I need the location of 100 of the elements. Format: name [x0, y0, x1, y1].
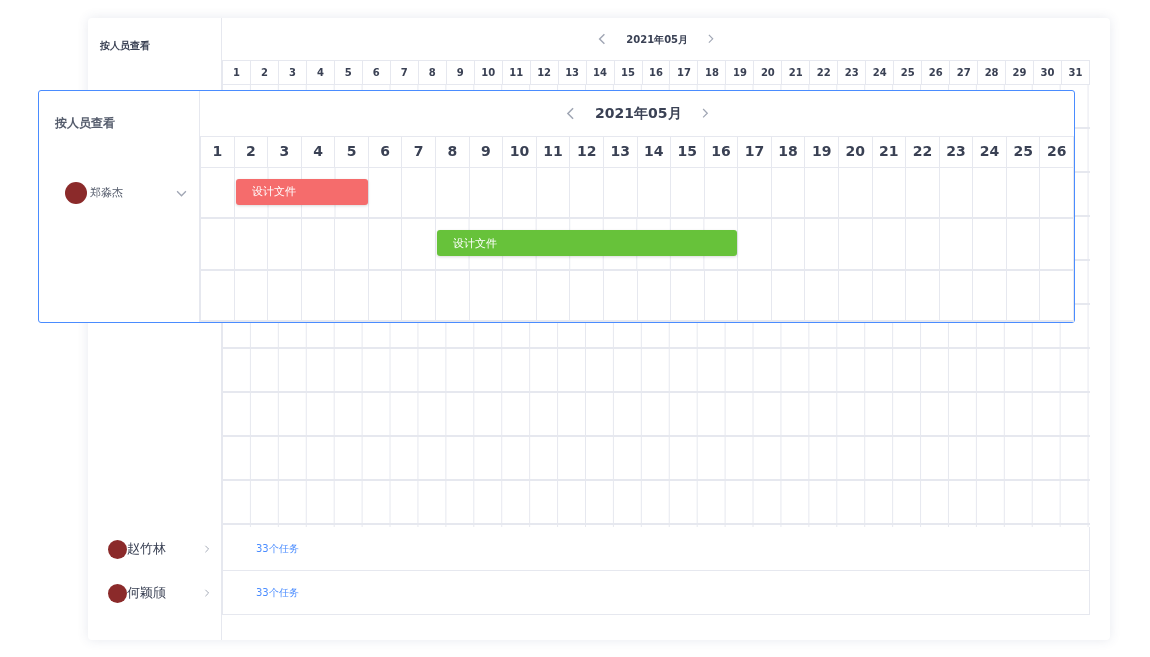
- day-number: 5: [335, 136, 369, 168]
- calendar-cell: [637, 270, 672, 322]
- calendar-cell: [1040, 270, 1074, 322]
- task-bar[interactable]: 设计文件: [235, 178, 368, 205]
- day-number: 2: [234, 136, 269, 168]
- day-number: 8: [418, 61, 447, 85]
- calendar-cell: [436, 270, 470, 322]
- day-number: 14: [586, 61, 615, 85]
- day-number: 2: [250, 61, 279, 85]
- calendar-cell: [805, 270, 839, 322]
- day-number: 1: [223, 61, 251, 85]
- calendar-cell: [738, 270, 772, 322]
- calendar-cell: [771, 270, 806, 322]
- day-number: 27: [950, 61, 979, 85]
- avatar: [65, 182, 87, 204]
- calendar-cell: [335, 270, 369, 322]
- task-count[interactable]: 33个任务: [256, 585, 299, 600]
- calendar-cell: [671, 270, 705, 322]
- chevron-right-icon[interactable]: [203, 589, 211, 597]
- next-month-button[interactable]: [706, 34, 716, 44]
- day-number: 28: [978, 61, 1007, 85]
- day-number: 24: [866, 61, 895, 85]
- day-number: 3: [278, 61, 307, 85]
- calendar-cell: [402, 270, 437, 322]
- calendar-cell: [536, 270, 571, 322]
- calendar-cell: [704, 270, 739, 322]
- day-number: 13: [558, 61, 587, 85]
- day-number: 21: [782, 61, 811, 85]
- day-number: 6: [362, 61, 391, 85]
- day-number: 16: [704, 136, 739, 168]
- day-number: 21: [872, 136, 907, 168]
- task-bar[interactable]: 设计文件: [437, 230, 738, 257]
- day-number: 14: [637, 136, 672, 168]
- person-name[interactable]: 赵竹林: [127, 539, 166, 559]
- day-number: 17: [670, 61, 699, 85]
- calendar-cell: [469, 270, 504, 322]
- day-number: 26: [922, 61, 951, 85]
- view-title: 按人员查看: [54, 115, 116, 132]
- day-number: 15: [671, 136, 705, 168]
- calendar-cell: [939, 270, 974, 322]
- day-number: 11: [536, 136, 571, 168]
- day-number: 19: [805, 136, 839, 168]
- person-name[interactable]: 郑淼杰: [90, 184, 123, 202]
- day-number: 5: [334, 61, 363, 85]
- day-number: 18: [771, 136, 806, 168]
- calendar-cell: [603, 270, 638, 322]
- view-title: 按人员查看: [99, 39, 151, 53]
- day-number: 26: [1040, 136, 1074, 168]
- day-number: 4: [306, 61, 335, 85]
- day-number: 10: [474, 61, 503, 85]
- calendar-cell: [570, 270, 604, 322]
- day-number: 12: [530, 61, 559, 85]
- day-number: 31: [1062, 61, 1090, 85]
- day-number: 13: [603, 136, 638, 168]
- month-label: 2021年05月: [595, 103, 682, 123]
- day-number: 19: [726, 61, 755, 85]
- day-number: 9: [469, 136, 504, 168]
- calendar-cell: [368, 270, 403, 322]
- day-number: 17: [738, 136, 772, 168]
- day-number: 9: [446, 61, 475, 85]
- calendar-cell: [503, 270, 537, 322]
- day-number: 8: [436, 136, 470, 168]
- day-number: 22: [810, 61, 839, 85]
- calendar-cell: [1006, 270, 1041, 322]
- day-number: 20: [838, 136, 873, 168]
- avatar: [108, 539, 127, 559]
- day-number: 22: [906, 136, 940, 168]
- day-number: 24: [973, 136, 1007, 168]
- calendar-cell: [973, 270, 1007, 322]
- day-number: 29: [1006, 61, 1035, 85]
- day-number: 23: [939, 136, 974, 168]
- day-number: 25: [894, 61, 923, 85]
- day-number: 4: [301, 136, 336, 168]
- day-number: 30: [1034, 61, 1063, 85]
- day-number: 18: [698, 61, 727, 85]
- person-name[interactable]: 何颖颀: [127, 583, 166, 603]
- chevron-right-icon: [706, 34, 716, 44]
- calendar-cell: [268, 270, 302, 322]
- calendar-cell: [872, 270, 907, 322]
- chevron-right-icon[interactable]: [203, 545, 211, 553]
- day-number: 10: [503, 136, 537, 168]
- calendar-cell: [838, 270, 873, 322]
- avatar: [108, 583, 127, 603]
- day-number: 23: [838, 61, 867, 85]
- calendar-cell: [234, 270, 269, 322]
- day-number: 12: [570, 136, 604, 168]
- day-number: 7: [402, 136, 437, 168]
- day-number: 25: [1006, 136, 1041, 168]
- calendar-cell: [906, 270, 940, 322]
- calendar-cell: [301, 270, 336, 322]
- day-number: 15: [614, 61, 643, 85]
- day-number: 3: [268, 136, 302, 168]
- month-label: 2021年05月: [626, 32, 689, 47]
- day-number: 16: [642, 61, 671, 85]
- day-number: 20: [754, 61, 783, 85]
- task-count[interactable]: 33个任务: [256, 541, 299, 556]
- day-number: 11: [502, 61, 531, 85]
- day-number: 1: [201, 136, 235, 168]
- day-number: 7: [390, 61, 419, 85]
- day-number: 6: [368, 136, 403, 168]
